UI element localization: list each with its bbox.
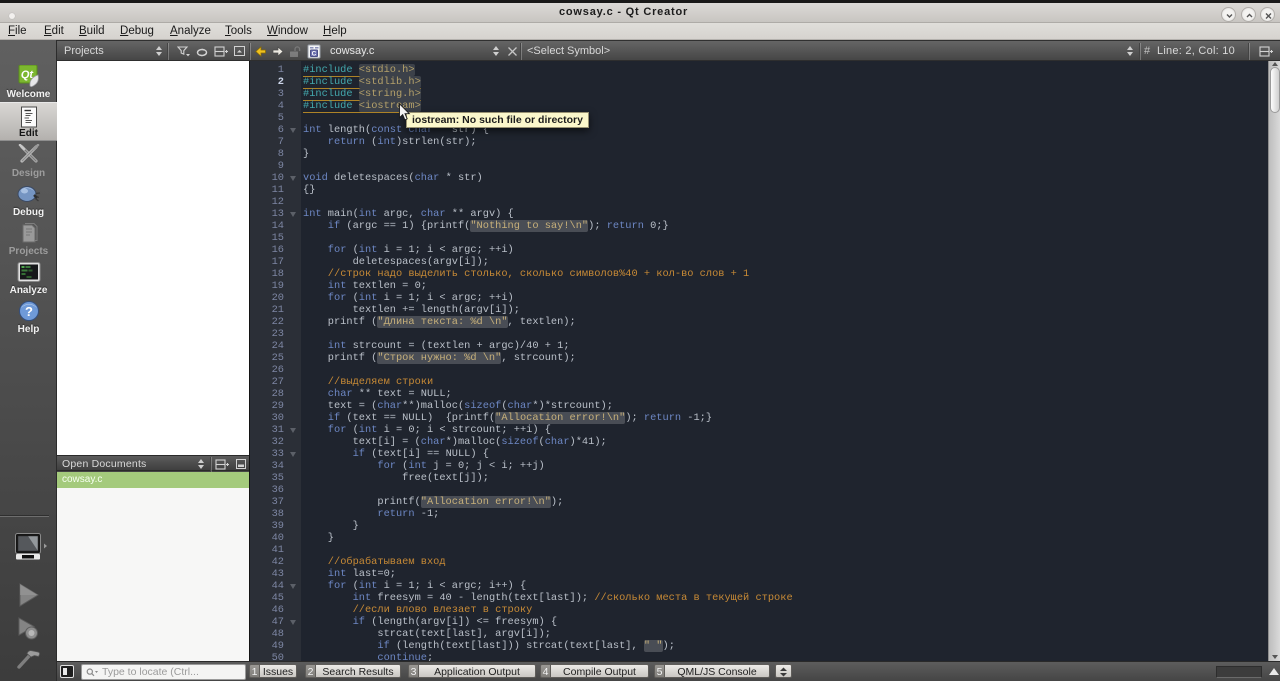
svg-text:C: C [312,50,317,57]
svg-text:?: ? [25,304,33,319]
